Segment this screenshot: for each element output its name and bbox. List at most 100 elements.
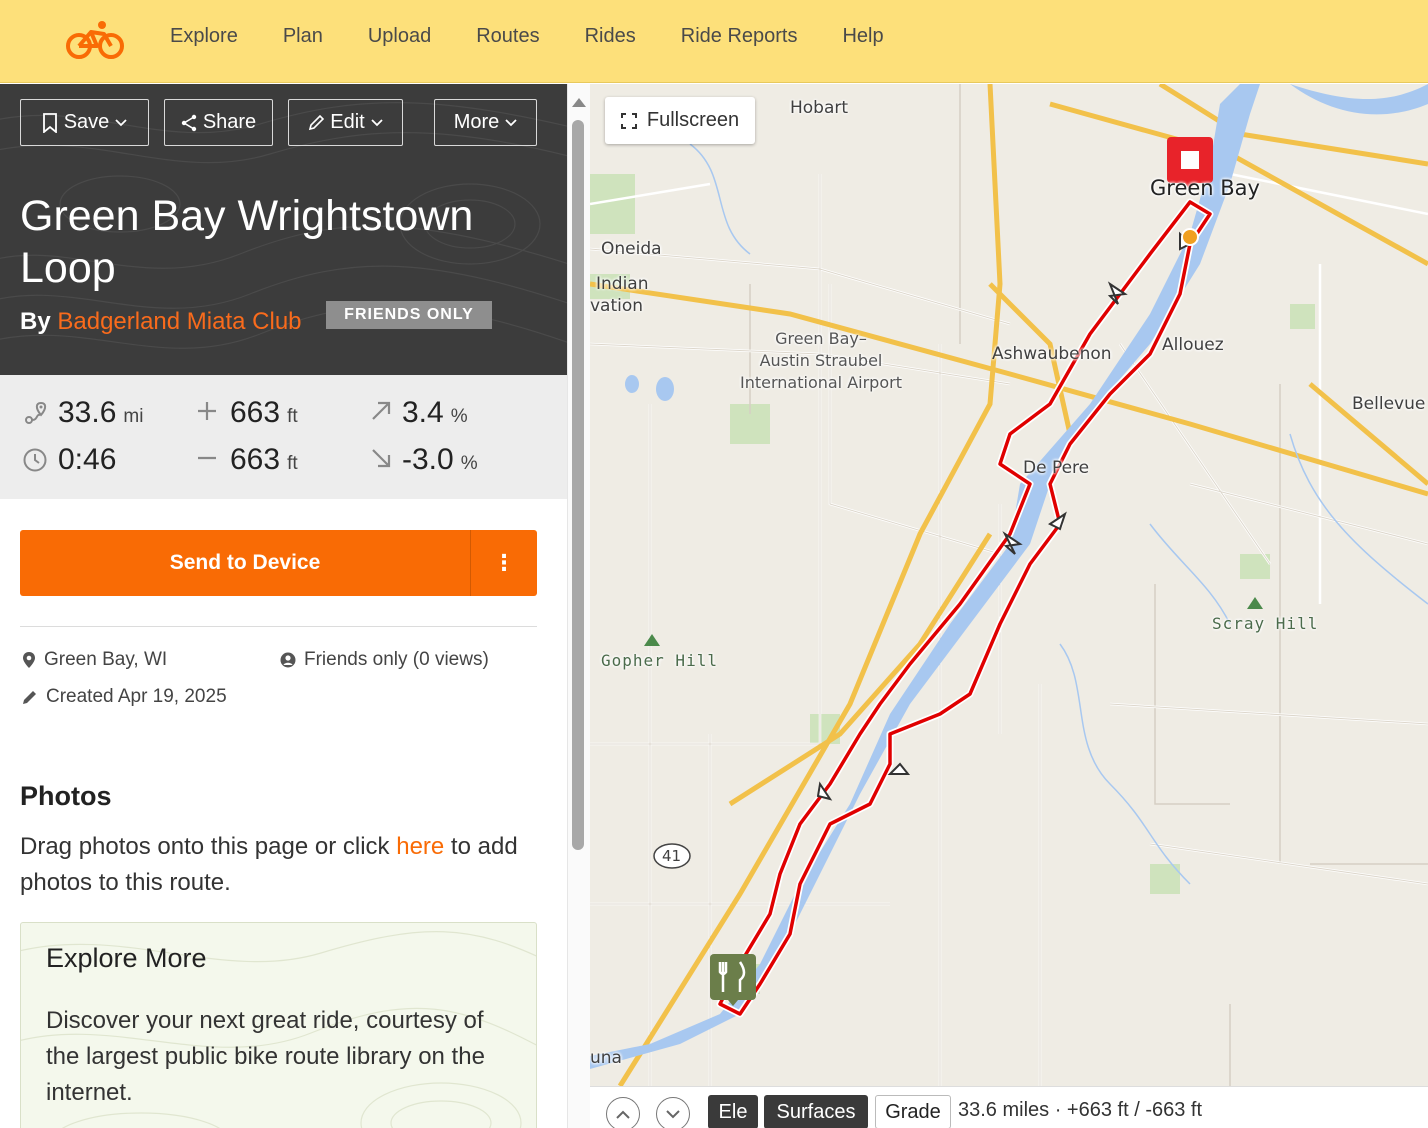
ele-toggle[interactable]: Ele: [708, 1095, 758, 1128]
route-title: Green Bay Wrightstown Loop: [20, 192, 474, 292]
max-grade-unit: %: [450, 406, 468, 427]
clock-icon: [23, 448, 47, 472]
nav-routes[interactable]: Routes: [476, 24, 539, 48]
chevron-down-button[interactable]: [656, 1097, 690, 1128]
stat-distance: 33.6 mi: [22, 396, 143, 430]
peak-icon: [1247, 597, 1263, 609]
nav-explore[interactable]: Explore: [170, 24, 238, 48]
stat-elevation-loss: 663 ft: [196, 443, 298, 477]
stat-max-grade: 3.4 %: [370, 396, 468, 430]
chevron-down-icon: [505, 118, 517, 126]
nav-help[interactable]: Help: [842, 24, 883, 48]
map-label-gopher-hill: Gopher Hill: [601, 651, 718, 670]
explore-heading: Explore More: [46, 943, 207, 973]
map-label-una: una: [590, 1048, 622, 1068]
gain-unit: ft: [287, 406, 298, 427]
map-label-hobart: Hobart: [790, 98, 849, 118]
arrow-up-right-icon: [372, 401, 391, 420]
nav-rides[interactable]: Rides: [585, 24, 636, 48]
grade-toggle[interactable]: Grade: [875, 1095, 951, 1128]
more-button[interactable]: More: [434, 99, 537, 146]
privacy-text: Friends only (0 views): [304, 649, 489, 670]
map-label-hwy-41: 41: [662, 847, 682, 865]
save-button[interactable]: Save: [20, 99, 149, 146]
map-label-oneida: Oneida: [601, 239, 662, 259]
max-grade-value: 3.4: [402, 396, 444, 429]
restaurant-poi: [710, 954, 756, 1006]
meta-location: Green Bay, WI: [22, 649, 167, 671]
distance-value: 33.6: [58, 396, 117, 429]
nav-upload[interactable]: Upload: [368, 24, 431, 48]
fox-river: [590, 84, 1260, 1069]
map-canvas[interactable]: [590, 84, 1428, 1086]
user-circle-icon: [280, 652, 296, 668]
stat-time: 0:46: [22, 443, 116, 477]
send-options-menu-button[interactable]: ⋮: [471, 530, 537, 596]
route-map[interactable]: Fullscreen Hobart Green Bay Oneida India…: [590, 84, 1428, 1086]
fullscreen-button[interactable]: Fullscreen: [605, 97, 755, 144]
share-icon: [181, 114, 197, 131]
save-label: Save: [63, 111, 110, 133]
arrow-down-right-icon: [372, 449, 391, 468]
peak-icon: [644, 634, 660, 646]
chevron-down-icon: [371, 118, 383, 126]
stat-min-grade: -3.0 %: [370, 443, 478, 477]
expand-icon: [620, 112, 637, 129]
photos-text-before: Drag photos onto this page or click: [20, 833, 397, 860]
add-photos-link[interactable]: here: [396, 833, 444, 860]
edit-button[interactable]: Edit: [288, 99, 403, 146]
route-summary: 33.6 miles · +663 ft / -663 ft: [958, 1099, 1203, 1121]
fullscreen-label: Fullscreen: [646, 109, 740, 131]
edit-label: Edit: [330, 111, 365, 133]
nav-ride-reports[interactable]: Ride Reports: [681, 24, 798, 48]
route-header: Save Share Edit More Green Bay Wrightsto…: [0, 84, 567, 375]
more-label: More: [453, 111, 500, 133]
chevron-up-button[interactable]: [606, 1097, 640, 1128]
map-label-vation: vation: [590, 296, 644, 316]
send-to-device-label: Send to Device: [169, 551, 321, 574]
map-label-ashwaubenon: Ashwaubenon: [992, 344, 1112, 364]
map-label-airport: Green Bay– Austin Straubel International…: [740, 329, 902, 392]
byline: By Badgerland Miata Club: [20, 308, 302, 336]
top-nav: Explore Plan Upload Routes Rides Ride Re…: [0, 0, 1428, 83]
explore-more-card: Explore More Discover your next great ri…: [20, 922, 537, 1128]
privacy-badge: FRIENDS ONLY: [326, 301, 492, 329]
bicycle-logo-icon[interactable]: [64, 16, 126, 62]
route-toolbar: Save Share Edit More: [20, 99, 537, 146]
nav-plan[interactable]: Plan: [283, 24, 323, 48]
panel-scrollbar[interactable]: [567, 84, 590, 1128]
min-grade-unit: %: [460, 453, 478, 474]
location-text: Green Bay, WI: [44, 649, 168, 670]
share-button[interactable]: Share: [164, 99, 273, 146]
park-areas: [590, 174, 1315, 994]
map-label-indian: Indian: [596, 274, 649, 294]
send-to-device-button[interactable]: Send to Device ⋮: [20, 530, 537, 596]
scroll-up-arrow-icon[interactable]: [572, 98, 586, 107]
route-details-panel: Save Share Edit More Green Bay Wrightsto…: [0, 84, 567, 1128]
scrollbar-thumb[interactable]: [572, 120, 584, 850]
photos-instructions: Drag photos onto this page or click here…: [20, 829, 540, 901]
min-grade-value: -3.0: [402, 443, 454, 476]
start-marker: [1181, 228, 1199, 246]
elevation-toolbar: Ele Surfaces Grade 33.6 miles · +663 ft …: [590, 1086, 1428, 1128]
route-stats: 33.6 mi 0:46 663 ft 663 ft 3.4 % -3.0 %: [0, 375, 567, 499]
route-distance-icon: [25, 401, 47, 424]
main-nav: Explore Plan Upload Routes Rides Ride Re…: [170, 24, 929, 48]
map-label-scray-hill: Scray Hill: [1212, 614, 1319, 633]
pencil-icon: [309, 114, 325, 130]
minus-icon: [198, 456, 216, 460]
author-link[interactable]: Badgerland Miata Club: [57, 308, 301, 335]
divider: [20, 626, 537, 627]
map-label-allouez: Allouez: [1162, 335, 1224, 355]
plus-icon: [198, 402, 216, 420]
map-label-bellevue: Bellevue: [1352, 394, 1426, 414]
stat-elevation-gain: 663 ft: [196, 396, 298, 430]
surfaces-toggle[interactable]: Surfaces: [764, 1095, 868, 1128]
pencil-icon: [23, 691, 36, 704]
created-text: Created Apr 19, 2025: [46, 686, 227, 707]
location-pin-icon: [23, 652, 35, 668]
photos-heading: Photos: [20, 781, 112, 811]
explore-text: Discover your next great ride, courtesy …: [46, 1007, 485, 1106]
meta-privacy: Friends only (0 views): [280, 649, 489, 671]
by-label: By: [20, 308, 51, 335]
